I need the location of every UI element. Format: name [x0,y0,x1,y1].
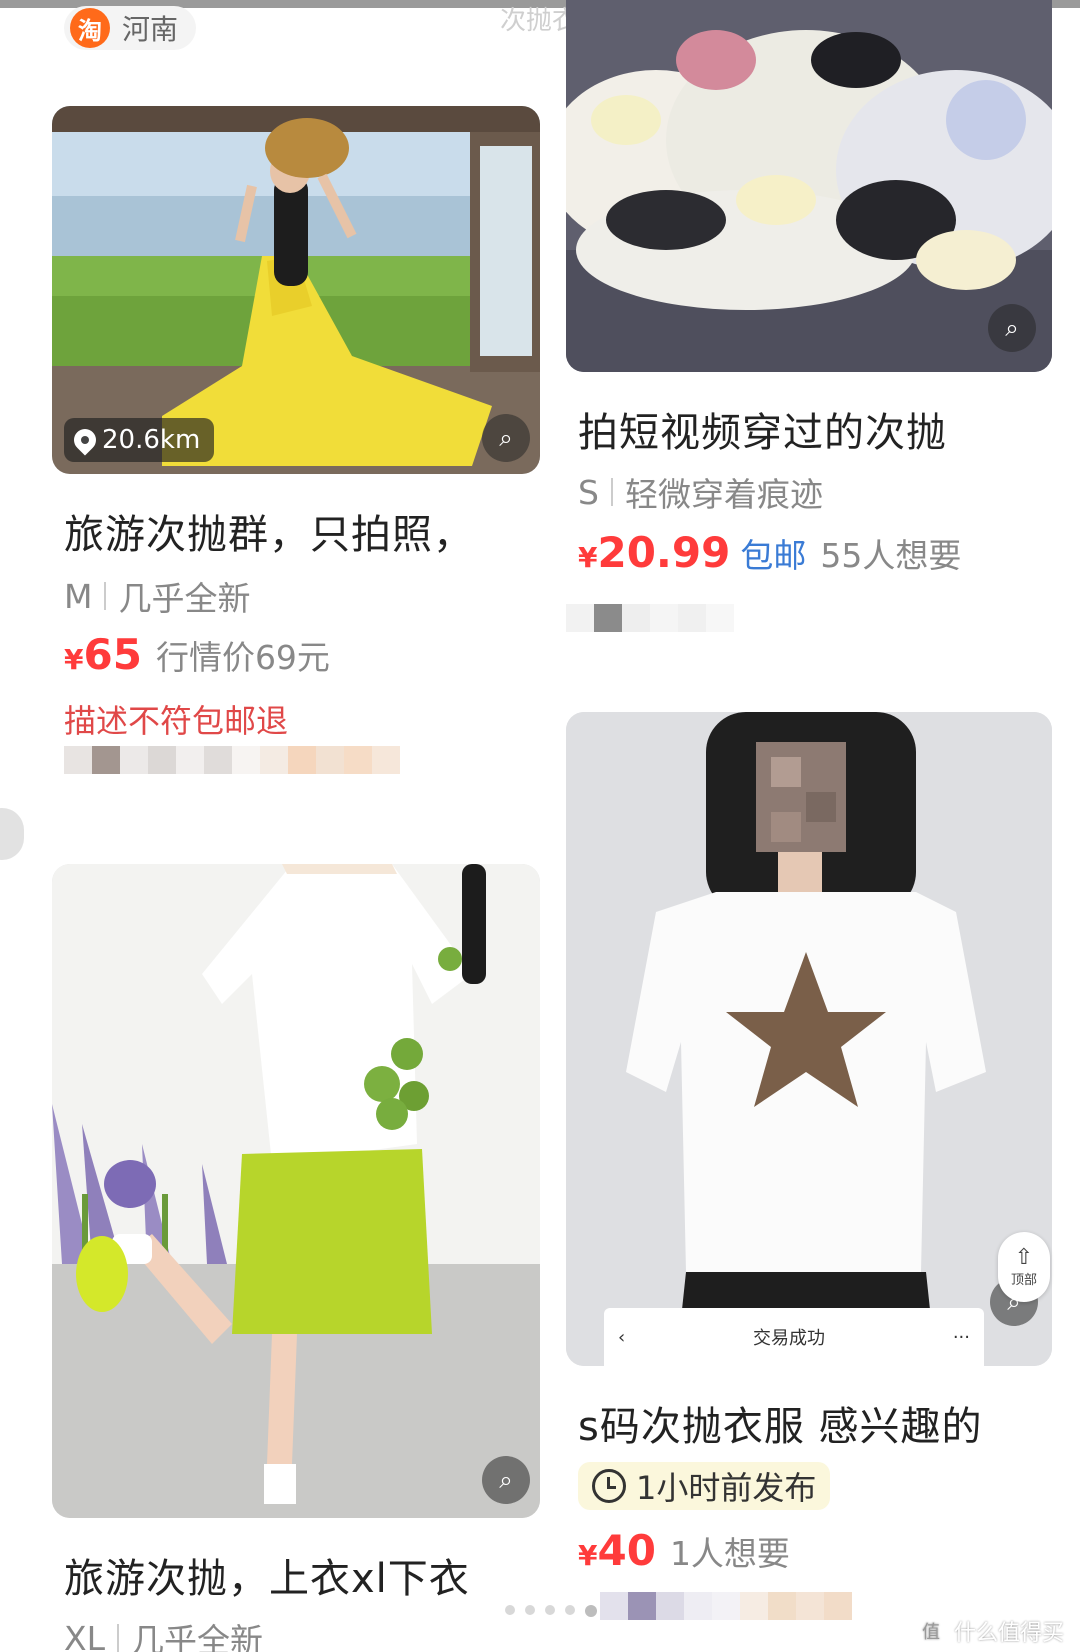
return-promise: 描述不符包邮退 [64,702,289,740]
watermark: 值 什么值得买 [915,1615,1064,1647]
distance-text: 20.6km [102,425,201,455]
product-title[interactable]: s码次抛衣服 感兴趣的 [578,1394,983,1452]
back-to-top-label: 顶部 [1010,1272,1037,1288]
size-label: XL [64,1618,105,1652]
star-tee-photo [566,712,1052,1366]
page-indicator [505,1605,597,1617]
page-dot-active [585,1605,597,1617]
wants-count: 1人想要 [669,1534,790,1573]
chevron-left-icon: ‹ [618,1326,626,1348]
price-row: ¥ 40 1人想要 [578,1526,790,1575]
product-attributes: S 轻微穿着痕迹 [578,468,823,516]
more-icon: ··· [952,1326,970,1348]
image-search-icon[interactable]: ⌕ [482,1456,530,1504]
post-time-tag: 1小时前发布 [578,1462,831,1510]
currency-symbol: ¥ [578,1539,598,1572]
seller-info-blurred [600,1592,852,1648]
apple-tee-photo [52,864,540,1518]
product-image-apple-tee-skirt[interactable]: ⌕ [52,864,540,1518]
back-to-top-icon: ⇧ [1014,1244,1034,1270]
free-shipping-tag: 包邮 [740,536,807,575]
taobao-badge-icon: 淘 [70,8,110,48]
location-pin-icon [69,424,101,456]
product-attributes: M 几乎全新 [64,572,250,620]
page-dot [545,1605,555,1615]
distance-badge: 20.6km [64,418,215,462]
price-value: 65 [83,630,142,679]
market-price: 行情价69元 [155,638,330,677]
wants-count: 55人想要 [820,536,962,575]
clothes-pile-photo [566,0,1052,372]
condition-label: 轻微穿着痕迹 [624,475,823,514]
screenshot-overlay-bar: ‹ 交易成功 ··· [604,1308,984,1366]
clock-icon [592,1469,626,1503]
product-image-travel-dress[interactable]: 20.6km ⌕ [52,106,540,474]
currency-symbol: ¥ [64,643,84,676]
product-title[interactable]: 旅游次抛，上衣xl下衣 [64,1546,470,1604]
attr-divider [104,582,107,610]
size-label: S [578,472,599,512]
location-tag[interactable]: 淘 河南 [64,6,197,50]
product-image-star-tee[interactable]: ‹ 交易成功 ··· ⌕ [566,712,1052,1366]
attr-divider [610,478,613,506]
price-row: ¥ 65 行情价69元 [64,630,330,679]
price-row: ¥ 20.99 包邮 55人想要 [578,528,961,577]
back-to-top-button[interactable]: ⇧ 顶部 [998,1232,1050,1302]
product-title[interactable]: 旅游次抛群，只拍照， [64,502,474,560]
seller-info-blurred [64,746,400,802]
watermark-text: 什么值得买 [953,1621,1064,1646]
post-time-text: 1小时前发布 [636,1469,817,1507]
watermark-logo-icon: 值 [915,1616,946,1646]
page-dot [505,1605,515,1615]
product-image-clothes-pile[interactable]: ⌕ [566,0,1052,372]
image-search-icon[interactable]: ⌕ [482,414,530,462]
product-attributes: XL 几乎全新 [64,1614,263,1652]
price-value: 40 [597,1526,656,1575]
product-title[interactable]: 拍短视频穿过的次抛 [578,400,947,458]
side-drawer-handle[interactable] [0,808,24,860]
image-search-icon[interactable]: ⌕ [988,304,1036,352]
seller-info-blurred [566,604,734,660]
price-value: 20.99 [597,528,731,577]
currency-symbol: ¥ [578,541,598,574]
overlay-title: 交易成功 [753,1328,826,1349]
page-dot [565,1605,575,1615]
size-label: M [64,576,93,616]
condition-label: 几乎全新 [118,579,251,618]
location-label: 河南 [122,13,179,46]
page-dot [525,1605,535,1615]
condition-label: 几乎全新 [131,1621,263,1652]
attr-divider [117,1624,119,1652]
